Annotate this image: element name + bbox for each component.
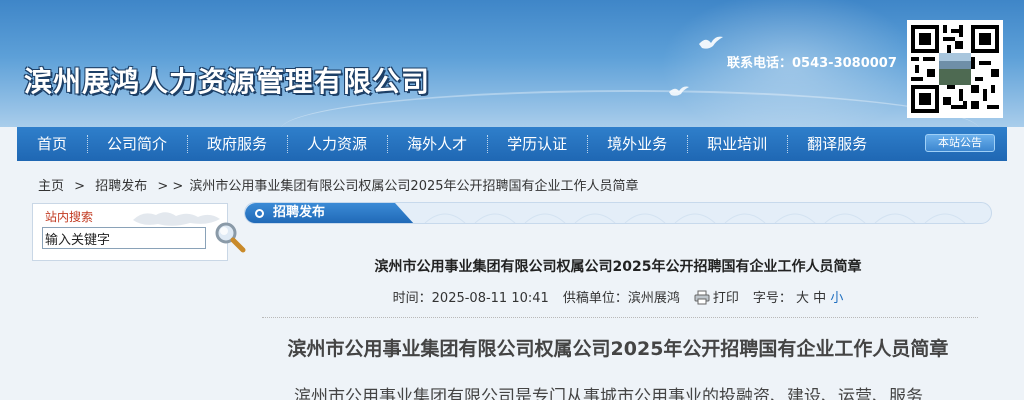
section-tab-label: 招聘发布 [273,205,326,220]
nav-item-degree-certification[interactable]: 学历认证 [487,127,587,161]
site-header: 滨州展鸿人力资源管理有限公司 联系电话：0543-3080007 [0,0,1024,127]
search-button[interactable] [213,220,247,254]
pattern-decoration [424,213,966,223]
hotline-text: 联系电话：0543-3080007 [727,56,897,71]
article-body-text: 滨州市公用事业集团有限公司是专门从事城市公用事业的投融资、建设、运营、服务 [294,387,923,400]
divider [262,317,978,318]
breadcrumb-separator: > [74,179,86,194]
print-label: 打印 [712,291,739,306]
source-value: 滨州展鸿 [627,291,680,306]
search-input[interactable] [42,227,206,249]
nav-item-translation-services[interactable]: 翻译服务 [787,127,887,161]
print-button[interactable]: 打印 [694,290,739,306]
font-size-large-button[interactable]: 大 [796,291,809,306]
printer-icon [694,290,710,305]
nav-item-government-services[interactable]: 政府服务 [187,127,287,161]
nav-item-vocational-training[interactable]: 职业培训 [687,127,787,161]
magnifier-icon [215,222,246,253]
nav-item-overseas-business[interactable]: 境外业务 [587,127,687,161]
breadcrumb-current: 滨州市公用事业集团有限公司权属公司2025年公开招聘国有企业工作人员简章 [189,179,639,194]
nav-item-human-resources[interactable]: 人力资源 [287,127,387,161]
search-label: 站内搜索 [45,210,94,224]
site-title: 滨州展鸿人力资源管理有限公司 [24,65,431,98]
breadcrumb-separator: > > [157,179,184,194]
nav-item-company-profile[interactable]: 公司简介 [87,127,187,161]
time-value: 2025-08-11 10:41 [431,291,549,306]
source-label: 供稿单位： [562,291,628,306]
font-size-small-button[interactable]: 小 [830,291,843,306]
breadcrumb-category-link[interactable]: 招聘发布 [95,179,147,194]
qr-code-icon [907,20,1003,118]
nav-item-home[interactable]: 首页 [17,127,87,161]
section-header-bar: 招聘发布 [244,202,992,224]
breadcrumb-home-link[interactable]: 主页 [38,179,64,194]
time-label: 时间： [392,291,432,306]
bullet-icon [255,209,264,218]
dove-icon [699,36,723,49]
site-notice-button[interactable]: 本站公告 [925,134,995,152]
article-title: 滨州市公用事业集团有限公司权属公司2025年公开招聘国有企业工作人员简章 [374,259,862,275]
section-tab: 招聘发布 [245,203,415,223]
content-heading: 滨州市公用事业集团有限公司权属公司2025年公开招聘国有企业工作人员简章 [287,338,949,360]
article-meta: 时间：2025-08-11 10:41 供稿单位：滨州展鸿 打印 字号： 大 中 小 [244,287,992,306]
font-size-label: 字号： [752,291,792,306]
main-nav: 首页 公司简介 政府服务 人力资源 海外人才 学历认证 境外业务 职业培训 翻译… [17,127,1007,161]
breadcrumb: 主页 > 招聘发布 > > 滨州市公用事业集团有限公司权属公司2025年公开招聘… [38,175,645,194]
dove-icon [669,86,689,96]
site-search-panel: 站内搜索 [32,203,246,261]
nav-item-overseas-talent[interactable]: 海外人才 [387,127,487,161]
font-size-medium-button[interactable]: 中 [813,291,826,306]
